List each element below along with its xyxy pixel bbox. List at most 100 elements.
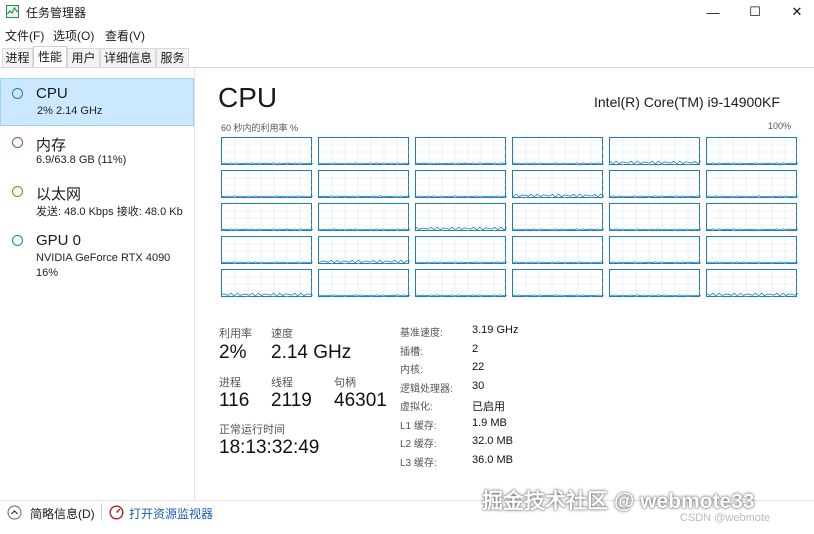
logical-processor-graph <box>512 170 604 199</box>
memory-status-ring-icon <box>12 137 23 148</box>
logical-processor-graph <box>706 236 798 265</box>
spec-value: 32.0 MB <box>472 435 513 447</box>
sidebar-item-ethernet[interactable]: 以太网 发送: 48.0 Kbps 接收: 48.0 Kb <box>0 176 194 224</box>
sidebar-item-memory[interactable]: 内存 6.9/63.8 GB (11%) <box>0 127 194 175</box>
spec-label: 插槽: <box>400 346 423 358</box>
utilization-label: 利用率 <box>219 328 252 340</box>
tab-services[interactable]: 服务 <box>156 48 189 67</box>
spec-label: 内核: <box>400 365 423 376</box>
logical-processor-graph <box>415 137 507 166</box>
uptime-value: 18:13:32:49 <box>219 437 320 458</box>
tab-users[interactable]: 用户 <box>67 48 100 67</box>
open-resource-monitor-link[interactable]: 打开资源监视器 <box>129 505 213 522</box>
sidebar-item-detail-2: 16% <box>36 267 59 279</box>
csdn-watermark: CSDN @webmote <box>680 512 771 524</box>
logical-processor-graph <box>706 203 798 232</box>
spec-label: L3 缓存: <box>400 457 437 469</box>
spec-value: 3.19 GHz <box>472 324 519 336</box>
sidebar-item-label: GPU 0 <box>36 232 82 249</box>
sidebar-item-detail: 发送: 48.0 Kbps 接收: 48.0 Kb <box>36 206 183 218</box>
maximize-icon: ☐ <box>749 4 761 19</box>
tab-details[interactable]: 详细信息 <box>100 48 156 67</box>
maximize-button[interactable]: ☐ <box>732 0 778 24</box>
cpu-model-name: Intel(R) Core(TM) i9-14900KF <box>594 94 780 110</box>
logical-processor-graph <box>221 170 313 199</box>
menu-options[interactable]: 选项(O) <box>53 27 94 44</box>
threads-value: 2119 <box>271 390 312 411</box>
resource-monitor-icon <box>109 505 124 520</box>
sidebar-item-cpu[interactable]: CPU 2% 2.14 GHz <box>0 78 194 126</box>
spec-label: L1 缓存: <box>400 420 437 432</box>
sidebar-item-detail: 2% 2.14 GHz <box>37 105 103 117</box>
spec-value: 已启用 <box>472 401 505 413</box>
menu-view[interactable]: 查看(V) <box>105 27 145 44</box>
logical-processor-graph <box>318 203 410 232</box>
sidebar-item-detail: 6.9/63.8 GB (11%) <box>36 154 127 166</box>
page-title: CPU <box>218 82 278 113</box>
logical-processor-graph <box>706 170 798 199</box>
logical-processor-graph <box>221 203 313 232</box>
spec-label: 逻辑处理器: <box>400 383 453 395</box>
utilization-value: 2% <box>219 342 247 363</box>
graph-caption: 60 秒内的利用率 % <box>221 123 299 133</box>
logical-processor-graph <box>512 137 604 166</box>
logical-processor-graph <box>609 269 701 298</box>
logical-processor-graph <box>512 269 604 298</box>
gpu-status-ring-icon <box>12 235 23 246</box>
menu-file[interactable]: 文件(F) <box>5 27 44 44</box>
sidebar-item-label: CPU <box>36 85 68 102</box>
logical-processor-graph <box>512 203 604 232</box>
logical-processor-graph <box>415 203 507 232</box>
logical-processor-graph <box>609 137 701 166</box>
speed-value: 2.14 GHz <box>271 342 352 363</box>
close-button[interactable]: ✕ <box>774 0 814 24</box>
logical-processor-graph <box>318 269 410 298</box>
minimize-icon: — <box>706 4 720 20</box>
logical-processor-graph <box>609 236 701 265</box>
spec-label: 虚拟化: <box>400 402 433 413</box>
logical-processor-graph <box>221 269 313 298</box>
processes-label: 进程 <box>219 377 241 389</box>
spec-value: 22 <box>472 361 485 373</box>
close-icon: ✕ <box>791 4 803 19</box>
threads-label: 线程 <box>271 377 293 389</box>
sidebar-item-label: 内存 <box>36 137 67 154</box>
speed-label: 速度 <box>271 328 293 340</box>
sidebar-item-label: 以太网 <box>36 186 82 203</box>
logical-processor-graph <box>512 236 604 265</box>
logical-processor-graph <box>318 236 410 265</box>
footer-separator <box>101 503 102 521</box>
brief-info-link[interactable]: 简略信息(D) <box>30 505 95 522</box>
handles-value: 46301 <box>334 390 387 411</box>
logical-processor-graph <box>706 137 798 166</box>
logical-processor-graph <box>415 170 507 199</box>
logical-processor-graph <box>415 236 507 265</box>
watermark-text: 掘金技术社区 @ webmote33 <box>482 490 755 513</box>
spec-value: 36.0 MB <box>472 453 513 466</box>
tab-processes[interactable]: 进程 <box>2 48 33 67</box>
uptime-label: 正常运行时间 <box>219 424 285 436</box>
ethernet-status-ring-icon <box>12 186 23 197</box>
graph-max-label: 100% <box>768 121 792 131</box>
spec-label: L2 缓存: <box>400 439 437 450</box>
tab-performance[interactable]: 性能 <box>33 46 67 67</box>
processes-value: 116 <box>219 390 250 411</box>
cpu-status-ring-icon <box>12 88 23 99</box>
logical-processor-graph <box>609 170 701 199</box>
handles-label: 句柄 <box>334 377 356 389</box>
title-bar[interactable]: 任务管理器 — ☐ ✕ <box>0 0 814 24</box>
logical-processor-graph <box>609 203 701 232</box>
window-title: 任务管理器 <box>26 6 87 20</box>
spec-value: 30 <box>472 379 485 392</box>
minimize-button[interactable]: — <box>690 0 736 24</box>
spec-label: 基准速度: <box>400 328 443 339</box>
logical-processor-graph <box>415 269 507 298</box>
logical-processor-graph <box>221 236 313 265</box>
resource-sidebar: CPU 2% 2.14 GHz 内存 6.9/63.8 GB (11%) 以太网… <box>0 68 195 500</box>
sidebar-item-gpu[interactable]: GPU 0 NVIDIA GeForce RTX 4090 16% <box>0 225 194 283</box>
collapse-chevron-icon[interactable] <box>7 505 22 520</box>
spec-value: 2 <box>472 342 479 355</box>
spec-value: 1.9 MB <box>472 416 507 429</box>
logical-processor-graph <box>221 137 313 166</box>
logical-processor-graph <box>318 137 410 166</box>
